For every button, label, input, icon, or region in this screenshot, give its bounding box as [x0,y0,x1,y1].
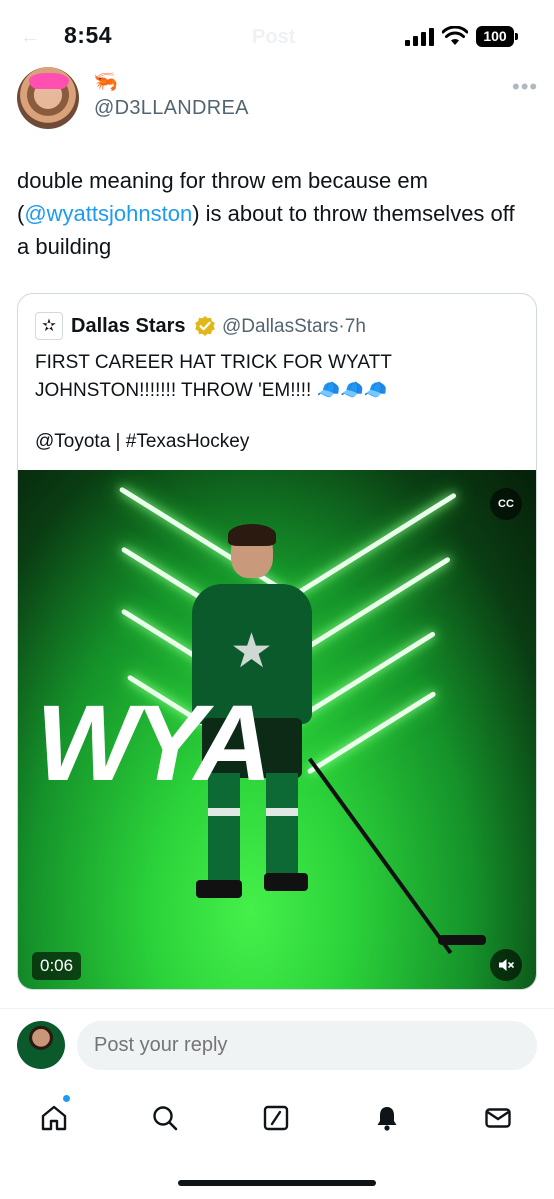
post-text: double meaning for throw em because em (… [17,168,515,259]
author-handle[interactable]: @D3LLANDREA [94,97,249,120]
video-overlay-text: WYA [36,682,272,803]
battery-icon: 100 [476,26,518,47]
messages-icon [485,1108,511,1128]
home-tab[interactable] [34,1098,74,1138]
notifications-tab[interactable] [367,1098,407,1138]
tab-bar [0,1090,554,1150]
battery-level: 100 [476,26,514,47]
grok-tab[interactable] [256,1098,296,1138]
status-time: 8:54 [64,22,113,48]
hockey-stick-blade [438,935,486,945]
hockey-stick [308,757,453,955]
status-bar: ← 8:54 Post 100 [0,0,554,70]
video-player[interactable]: ★ WYA CC 0:06 [18,470,536,989]
page-title: Post [252,26,296,48]
more-options-icon[interactable]: ••• [512,74,538,100]
notifications-icon [377,1107,397,1131]
back-arrow-icon[interactable]: ← [20,26,40,49]
home-notification-dot [63,1095,70,1102]
author-avatar[interactable] [17,67,79,129]
verified-badge-icon [195,316,215,336]
wifi-icon [442,26,468,45]
divider [0,1008,554,1009]
quoted-post[interactable]: ✫ Dallas Stars @DallasStars·7h FIRST CAR… [17,293,537,990]
mention-link[interactable]: @wyattsjohnston [24,201,192,226]
captions-icon[interactable]: CC [490,488,522,520]
messages-tab[interactable] [478,1098,518,1138]
quote-author-name[interactable]: Dallas Stars [71,315,186,338]
search-tab[interactable] [145,1098,185,1138]
video-time: 0:06 [32,952,82,980]
quote-text-tags: @Toyota | #TexasHockey [35,431,250,452]
reply-input[interactable] [77,1021,537,1070]
home-indicator [178,1180,376,1186]
user-avatar[interactable] [17,1021,65,1069]
grok-icon [263,1105,289,1131]
quote-text: FIRST CAREER HAT TRICK FOR WYATT JOHNSTO… [35,352,392,401]
home-icon [41,1105,67,1131]
mute-icon[interactable] [490,949,522,981]
cellular-signal-icon [405,28,434,46]
search-icon [153,1106,178,1131]
author-emoji: 🦐 [93,71,118,93]
dallas-stars-logo: ✫ [35,312,63,340]
quote-author-handle[interactable]: @DallasStars·7h [222,316,366,338]
